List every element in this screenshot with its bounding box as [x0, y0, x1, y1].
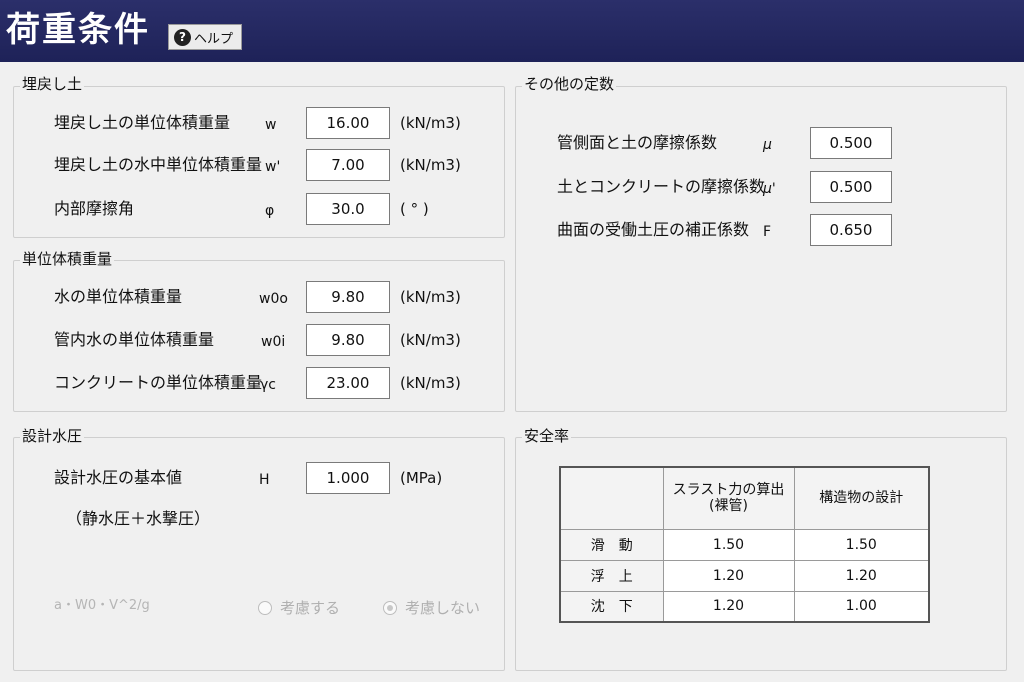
- backfill-unit-weight-unit: (kN/m3): [400, 114, 461, 132]
- table-row: 浮上 1.20 1.20: [559, 559, 930, 592]
- concrete-unit-weight-label: コンクリートの単位体積重量: [54, 373, 263, 392]
- friction-angle-symbol: φ: [265, 203, 275, 219]
- design-pressure-symbol: H: [259, 472, 270, 488]
- backfill-submerged-weight-unit: (kN/m3): [400, 156, 461, 174]
- pipe-water-unit-weight-label: 管内水の単位体積重量: [54, 330, 215, 349]
- soil-concrete-friction-input[interactable]: [810, 171, 892, 203]
- cell-floating-thrust[interactable]: 1.20: [662, 559, 795, 592]
- cell-sliding-structure[interactable]: 1.50: [793, 528, 930, 561]
- table-header-row: スラスト力の算出 (裸管) 構造物の設計: [559, 466, 930, 530]
- radio-not-consider-circle: [383, 600, 397, 615]
- title-bar: 荷重条件 ? ヘルプ: [0, 0, 1024, 62]
- water-unit-weight-unit: (kN/m3): [400, 288, 461, 306]
- safety-factor-group-label: 安全率: [522, 426, 572, 446]
- soil-concrete-friction-symbol: μ': [763, 181, 776, 197]
- passive-pressure-correction-label: 曲面の受働土圧の補正係数: [557, 220, 750, 239]
- water-unit-weight-label: 水の単位体積重量: [54, 287, 183, 306]
- pipe-soil-friction-label: 管側面と土の摩擦係数: [557, 133, 718, 152]
- table-row: 滑動 1.50 1.50: [559, 528, 930, 561]
- page-title: 荷重条件: [6, 10, 150, 50]
- safety-factor-table: スラスト力の算出 (裸管) 構造物の設計 滑動 1.50 1.50 浮上 1.2…: [559, 466, 930, 623]
- backfill-submerged-weight-symbol: w': [265, 159, 281, 175]
- pipe-soil-friction-input[interactable]: [810, 127, 892, 159]
- backfill-submerged-weight-label: 埋戻し土の水中単位体積重量: [54, 155, 263, 174]
- design-pressure-sublabel: （静水圧＋水撃圧）: [66, 509, 211, 528]
- water-hammer-formula: a・W0・V^2/g: [54, 598, 150, 613]
- friction-angle-label: 内部摩擦角: [54, 199, 135, 218]
- passive-pressure-correction-input[interactable]: [810, 214, 892, 246]
- table-corner-cell: [559, 466, 664, 530]
- passive-pressure-correction-symbol: F: [763, 224, 772, 240]
- cell-sliding-thrust[interactable]: 1.50: [662, 528, 795, 561]
- column-header-thrust: スラスト力の算出 (裸管): [662, 466, 795, 530]
- soil-concrete-friction-label: 土とコンクリートの摩擦係数: [557, 177, 766, 196]
- design-pressure-input[interactable]: [306, 462, 390, 494]
- row-label-sliding: 滑動: [559, 528, 664, 561]
- water-unit-weight-input[interactable]: [306, 281, 390, 313]
- radio-not-consider-label: 考慮しない: [405, 599, 481, 617]
- radio-not-consider[interactable]: 考慮しない: [383, 597, 480, 618]
- help-button-label: ヘルプ: [194, 31, 234, 47]
- pipe-soil-friction-symbol: μ: [763, 137, 772, 153]
- cell-floating-structure[interactable]: 1.20: [793, 559, 930, 592]
- cell-settlement-thrust[interactable]: 1.20: [662, 590, 795, 623]
- radio-consider[interactable]: 考慮する: [258, 597, 340, 618]
- concrete-unit-weight-input[interactable]: [306, 367, 390, 399]
- pipe-water-unit-weight-input[interactable]: [306, 324, 390, 356]
- design-pressure-label: 設計水圧の基本値: [54, 468, 183, 487]
- friction-angle-unit: ( ° ): [400, 200, 429, 218]
- unit-weight-group-label: 単位体積重量: [20, 249, 115, 269]
- help-icon: ?: [174, 28, 191, 46]
- backfill-unit-weight-input[interactable]: [306, 107, 390, 139]
- radio-consider-circle: [258, 600, 272, 615]
- help-button[interactable]: ? ヘルプ: [168, 24, 242, 50]
- water-unit-weight-symbol: w0o: [259, 291, 288, 307]
- other-constants-group-label: その他の定数: [522, 74, 617, 94]
- pipe-water-unit-weight-symbol: w0i: [261, 334, 286, 350]
- backfill-group-label: 埋戻し土: [20, 74, 85, 94]
- concrete-unit-weight-symbol: γc: [260, 377, 276, 393]
- design-pressure-unit: (MPa): [400, 469, 443, 487]
- backfill-submerged-weight-input[interactable]: [306, 149, 390, 181]
- design-pressure-group-label: 設計水圧: [20, 426, 85, 446]
- row-label-floating: 浮上: [559, 559, 664, 592]
- column-header-structure: 構造物の設計: [793, 466, 930, 530]
- radio-consider-label: 考慮する: [280, 599, 341, 617]
- backfill-unit-weight-label: 埋戻し土の単位体積重量: [54, 113, 231, 132]
- backfill-unit-weight-symbol: w: [265, 117, 277, 133]
- cell-settlement-structure[interactable]: 1.00: [793, 590, 930, 623]
- friction-angle-input[interactable]: [306, 193, 390, 225]
- pipe-water-unit-weight-unit: (kN/m3): [400, 331, 461, 349]
- table-row: 沈下 1.20 1.00: [559, 590, 930, 623]
- concrete-unit-weight-unit: (kN/m3): [400, 374, 461, 392]
- row-label-settlement: 沈下: [559, 590, 664, 623]
